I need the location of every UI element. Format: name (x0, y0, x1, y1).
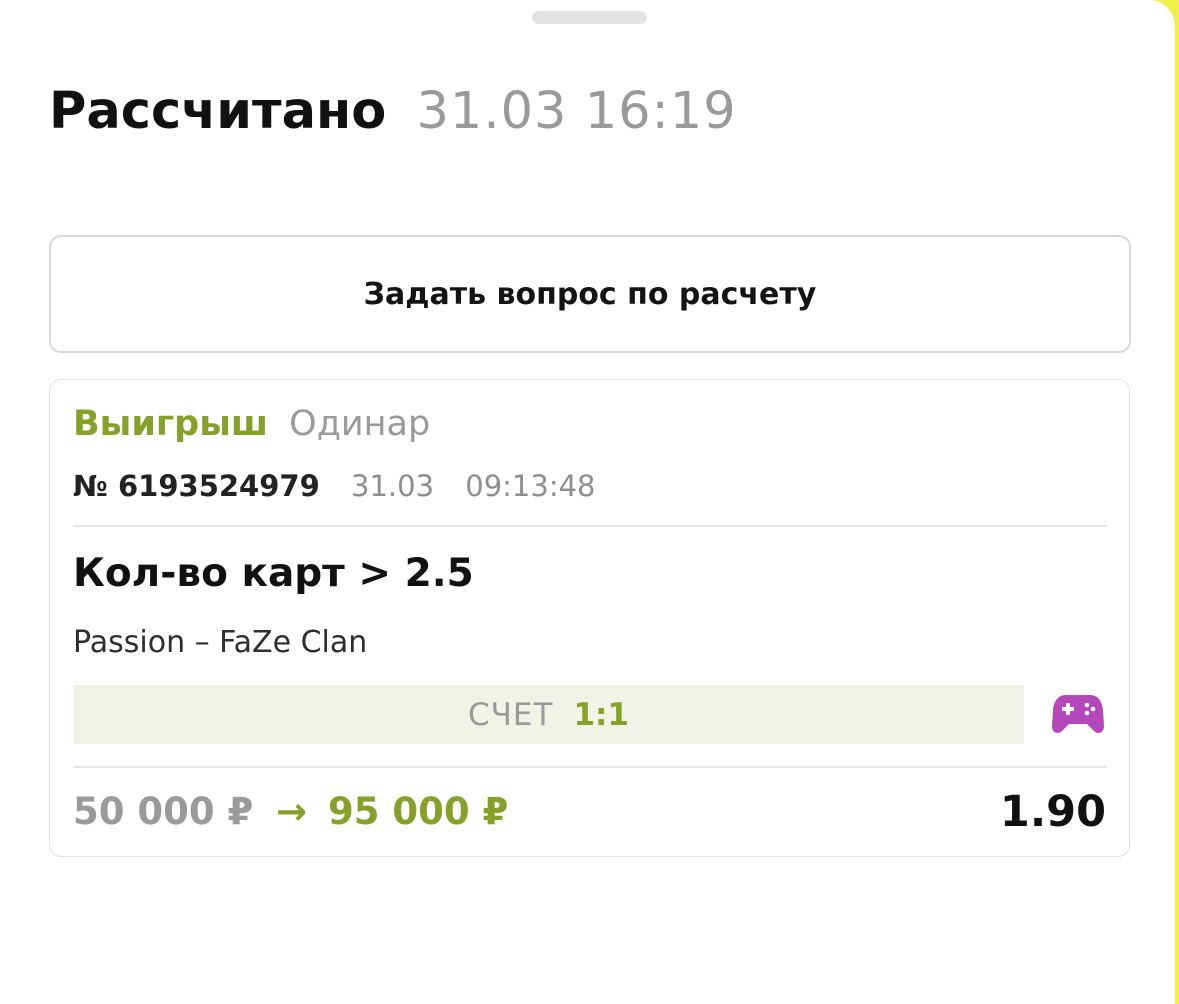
bet-card: Выигрыш Одинар № 6193524979 31.03 09:13:… (49, 379, 1130, 857)
match-name: Passion – FaZe Clan (73, 625, 368, 660)
bet-outcome: Выигрыш (73, 404, 269, 444)
bet-meta: № 6193524979 31.03 09:13:48 (73, 466, 596, 506)
ask-about-settlement-button[interactable]: Задать вопрос по расчету (49, 235, 1131, 353)
bet-type: Одинар (289, 404, 431, 444)
bet-number: № 6193524979 (73, 469, 320, 503)
stake-amount: 50 000 ₽ (73, 790, 254, 833)
payout-amount: 95 000 ₽ (328, 790, 509, 833)
score-label: СЧЕТ (468, 696, 554, 733)
score-bar: СЧЕТ 1:1 (73, 685, 1024, 744)
bet-status-line: Выигрыш Одинар (73, 400, 430, 448)
bet-market: Кол-во карт > 2.5 (73, 551, 474, 596)
bet-time: 09:13:48 (465, 469, 596, 503)
divider (73, 525, 1107, 527)
bet-odds: 1.90 (999, 787, 1106, 837)
bet-details-sheet: Рассчитано 31.03 16:19 Задать вопрос по … (0, 0, 1175, 1004)
score-value: 1:1 (573, 696, 629, 733)
gamepad-icon (1052, 695, 1104, 734)
divider (73, 766, 1107, 768)
page-title: Рассчитано (49, 82, 387, 141)
arrow-right-icon: → (276, 790, 308, 833)
bet-amounts: 50 000 ₽ → 95 000 ₽ (73, 787, 508, 837)
bet-date: 31.03 (351, 469, 435, 503)
sheet-header: Рассчитано 31.03 16:19 (49, 78, 737, 146)
settled-timestamp: 31.03 16:19 (416, 82, 737, 141)
sheet-grabber[interactable] (532, 11, 647, 24)
